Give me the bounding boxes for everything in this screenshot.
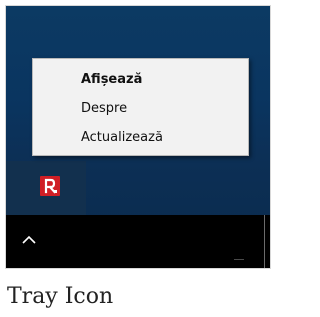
menu-item-about[interactable]: Despre — [81, 101, 127, 117]
menu-item-update[interactable]: Actualizează — [81, 130, 163, 146]
taskbar-separator — [234, 259, 244, 260]
figure: Afișează Despre Actualizează Tray Icon — [0, 0, 275, 317]
tray-context-menu: Afișează Despre Actualizează — [32, 58, 249, 156]
menu-item-show[interactable]: Afișează — [81, 72, 142, 88]
antivirus-logo-icon — [44, 178, 57, 194]
desktop: Afișează Despre Actualizează — [6, 6, 270, 268]
antivirus-tray-icon[interactable] — [40, 176, 60, 196]
figure-caption: Tray Icon — [7, 284, 114, 309]
chevron-up-icon[interactable] — [20, 233, 38, 247]
show-desktop-divider[interactable] — [264, 215, 265, 268]
taskbar — [6, 215, 270, 268]
